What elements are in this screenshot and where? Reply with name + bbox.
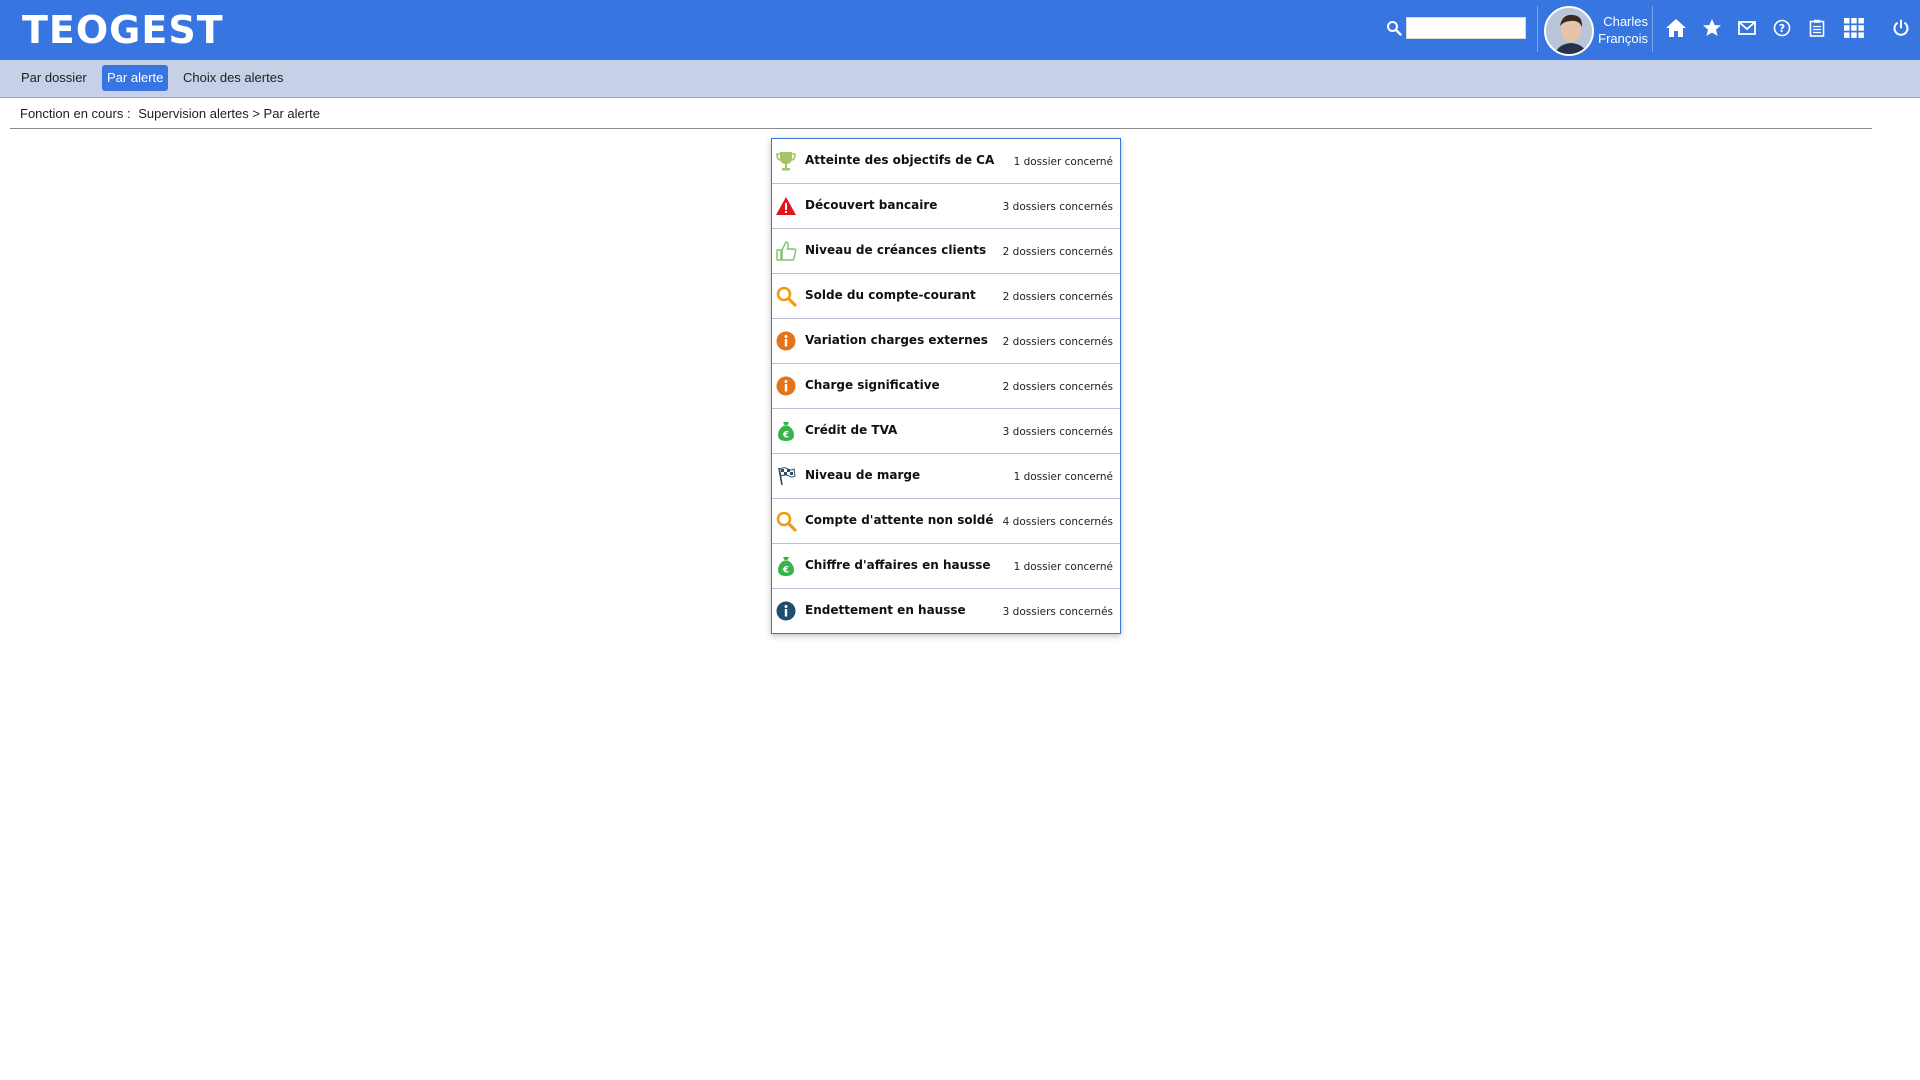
alert-row[interactable]: Atteinte des objectifs de CA 1 dossier c… [772, 139, 1120, 184]
home-icon[interactable] [1664, 16, 1688, 40]
alert-row[interactable]: Endettement en hausse 3 dossiers concern… [772, 589, 1120, 634]
mail-icon[interactable] [1735, 16, 1759, 40]
alert-label: Solde du compte-courant [805, 288, 976, 302]
search-icon[interactable] [1384, 18, 1404, 38]
alert-row[interactable]: Solde du compte-courant 2 dossiers conce… [772, 274, 1120, 319]
search-input[interactable] [1406, 17, 1526, 39]
alert-row[interactable]: Découvert bancaire 3 dossiers concernés [772, 184, 1120, 229]
power-icon[interactable] [1889, 16, 1913, 40]
alert-row[interactable]: Variation charges externes 2 dossiers co… [772, 319, 1120, 364]
sub-navigation: Par dossier Par alerte Choix des alertes [0, 60, 1920, 98]
alert-count: 2 dossiers concernés [1002, 291, 1113, 303]
alert-row[interactable]: € Crédit de TVA 3 dossiers concernés [772, 409, 1120, 454]
user-last-name: François [1598, 31, 1648, 46]
teogest-logo[interactable]: TEOGEST [22, 8, 224, 52]
header-search [1384, 16, 1526, 40]
alert-row[interactable]: Charge significative 2 dossiers concerné… [772, 364, 1120, 409]
info-orange-icon [775, 375, 797, 397]
alert-count: 3 dossiers concernés [1002, 201, 1113, 213]
magnifier-icon [775, 510, 797, 532]
tab-par-alerte[interactable]: Par alerte [102, 65, 169, 91]
alert-count: 2 dossiers concernés [1002, 381, 1113, 393]
alert-count: 1 dossier concerné [1013, 471, 1113, 483]
alert-label: Chiffre d'affaires en hausse [805, 558, 991, 572]
tab-choix-des-alertes[interactable]: Choix des alertes [178, 65, 288, 91]
breadcrumb-prefix: Fonction en cours : [20, 106, 131, 121]
alert-label: Charge significative [805, 378, 940, 392]
tab-par-dossier[interactable]: Par dossier [16, 65, 92, 91]
alert-label: Compte d'attente non soldé [805, 513, 994, 527]
magnifier-icon [775, 285, 797, 307]
info-orange-icon [775, 330, 797, 352]
alert-label: Atteinte des objectifs de CA [805, 153, 995, 167]
alert-count: 1 dossier concerné [1013, 156, 1113, 168]
apps-grid-icon[interactable] [1842, 16, 1866, 40]
warning-triangle-icon [775, 195, 797, 217]
money-bag-icon: € [775, 420, 797, 442]
header-divider [1537, 6, 1538, 52]
alerts-list: Atteinte des objectifs de CA 1 dossier c… [771, 138, 1121, 634]
user-name[interactable]: Charles François [1598, 13, 1648, 47]
alert-count: 1 dossier concerné [1013, 561, 1113, 573]
user-first-name: Charles [1603, 14, 1648, 29]
svg-text:?: ? [1779, 22, 1785, 35]
alert-label: Niveau de marge [805, 468, 921, 482]
breadcrumb-divider [10, 128, 1872, 129]
alert-label: Niveau de créances clients [805, 243, 987, 257]
alert-label: Endettement en hausse [805, 603, 966, 617]
svg-text:€: € [782, 431, 789, 441]
breadcrumb: Fonction en cours : Supervision alertes … [20, 106, 324, 121]
alert-count: 3 dossiers concernés [1002, 426, 1113, 438]
info-blue-icon [775, 600, 797, 622]
avatar[interactable] [1544, 6, 1594, 56]
alert-row[interactable]: € Chiffre d'affaires en hausse 1 dossier… [772, 544, 1120, 589]
alert-row[interactable]: Niveau de créances clients 2 dossiers co… [772, 229, 1120, 274]
alert-count: 2 dossiers concernés [1002, 336, 1113, 348]
svg-text:€: € [782, 566, 789, 576]
alert-count: 3 dossiers concernés [1002, 606, 1113, 618]
alert-count: 4 dossiers concernés [1002, 516, 1113, 528]
money-bag-icon: € [775, 555, 797, 577]
alert-row[interactable]: Niveau de marge 1 dossier concerné [772, 454, 1120, 499]
breadcrumb-path: Supervision alertes > Par alerte [138, 106, 320, 121]
clipboard-icon[interactable] [1805, 16, 1829, 40]
header-divider [1652, 6, 1653, 52]
alert-row[interactable]: Compte d'attente non soldé 4 dossiers co… [772, 499, 1120, 544]
alert-label: Découvert bancaire [805, 198, 938, 212]
alert-label: Crédit de TVA [805, 423, 898, 437]
checkered-flag-icon [775, 465, 797, 487]
trophy-icon [775, 150, 797, 172]
alert-count: 2 dossiers concernés [1002, 246, 1113, 258]
top-header: TEOGEST Charles François ? [0, 0, 1920, 60]
star-icon[interactable] [1700, 16, 1724, 40]
help-icon[interactable]: ? [1770, 16, 1794, 40]
alert-label: Variation charges externes [805, 333, 988, 347]
thumbs-up-icon [775, 240, 797, 262]
